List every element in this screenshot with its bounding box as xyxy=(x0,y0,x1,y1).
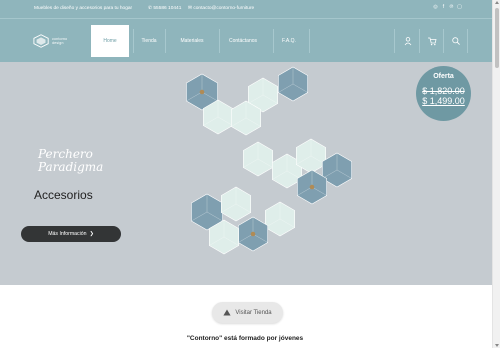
nav-divider xyxy=(443,29,444,53)
cart-icon[interactable] xyxy=(427,36,437,46)
more-info-button[interactable]: Más Información ❯ xyxy=(21,226,121,242)
top-info-bar: Muebles de diseño y accesorios para tu h… xyxy=(0,0,492,18)
page-scrollbar[interactable] xyxy=(492,0,500,348)
phone-number[interactable]: ✆ 55586 10441 xyxy=(148,6,181,11)
wooden-peg xyxy=(250,231,256,237)
nav-divider xyxy=(309,29,310,53)
hero-subtitle-line-2: Paradigma xyxy=(38,160,104,174)
page: Muebles de diseño y accesorios para tu h… xyxy=(0,0,500,348)
instagram-icon[interactable]: ▢ xyxy=(457,5,462,10)
facebook-icon[interactable]: f xyxy=(441,5,446,10)
nav-divider xyxy=(467,29,468,53)
nav-divider xyxy=(165,29,166,53)
hero-subtitle: Perchero Paradigma xyxy=(38,148,103,174)
chevron-right-icon: ❯ xyxy=(89,231,94,237)
pinterest-icon[interactable]: ℗ xyxy=(449,5,454,10)
offer-label: Oferta xyxy=(433,73,454,80)
more-info-label: Más Información xyxy=(48,231,87,237)
logo-text: contorno design xyxy=(52,37,68,45)
logo-mark-icon xyxy=(33,34,49,48)
email-text: contacto@contorno-furniture xyxy=(193,6,255,11)
intro-text: "Contorno" está formado por jóvenes xyxy=(186,335,304,342)
visit-store-label: Visitar Tienda xyxy=(235,309,272,316)
hero-title: Accesorios xyxy=(34,188,93,202)
visit-store-button[interactable]: Visitar Tienda xyxy=(212,302,283,323)
scrollbar-thumb[interactable] xyxy=(495,8,499,68)
user-icon[interactable] xyxy=(403,36,413,46)
nav-contactanos[interactable]: Contáctanos xyxy=(222,25,264,57)
nav-divider xyxy=(419,29,420,53)
nav-divider xyxy=(219,29,220,53)
nav-tienda[interactable]: Tienda xyxy=(134,25,164,57)
offer-badge[interactable]: Oferta $ 1,820.00 $ 1,499.00 xyxy=(416,66,471,121)
scroll-down-arrow-icon[interactable] xyxy=(495,344,499,347)
scroll-up-arrow-icon[interactable] xyxy=(495,1,499,4)
phone-text: 55586 10441 xyxy=(153,6,182,11)
search-icon[interactable] xyxy=(451,36,461,46)
wooden-peg xyxy=(199,89,205,95)
email-link[interactable]: ✉ contacto@contorno-furniture xyxy=(188,6,254,11)
logo[interactable]: contorno design xyxy=(33,32,77,50)
old-price: $ 1,820.00 xyxy=(422,86,465,96)
social-links: ◎ f ℗ ▢ xyxy=(433,5,462,10)
warning-triangle-icon xyxy=(223,309,231,316)
nav-materiales[interactable]: Materiales xyxy=(172,25,212,57)
nav-divider xyxy=(273,29,274,53)
whatsapp-icon[interactable]: ◎ xyxy=(433,5,438,10)
new-price: $ 1,499.00 xyxy=(422,96,465,106)
tagline: Muebles de diseño y accesorios para tu h… xyxy=(34,6,133,11)
wooden-peg xyxy=(309,184,315,190)
nav-faq[interactable]: F.A.Q. xyxy=(276,25,302,57)
nav-divider xyxy=(394,29,395,53)
main-nav: contorno design Home Tienda Materiales C… xyxy=(0,18,492,62)
nav-home[interactable]: Home xyxy=(91,25,129,57)
